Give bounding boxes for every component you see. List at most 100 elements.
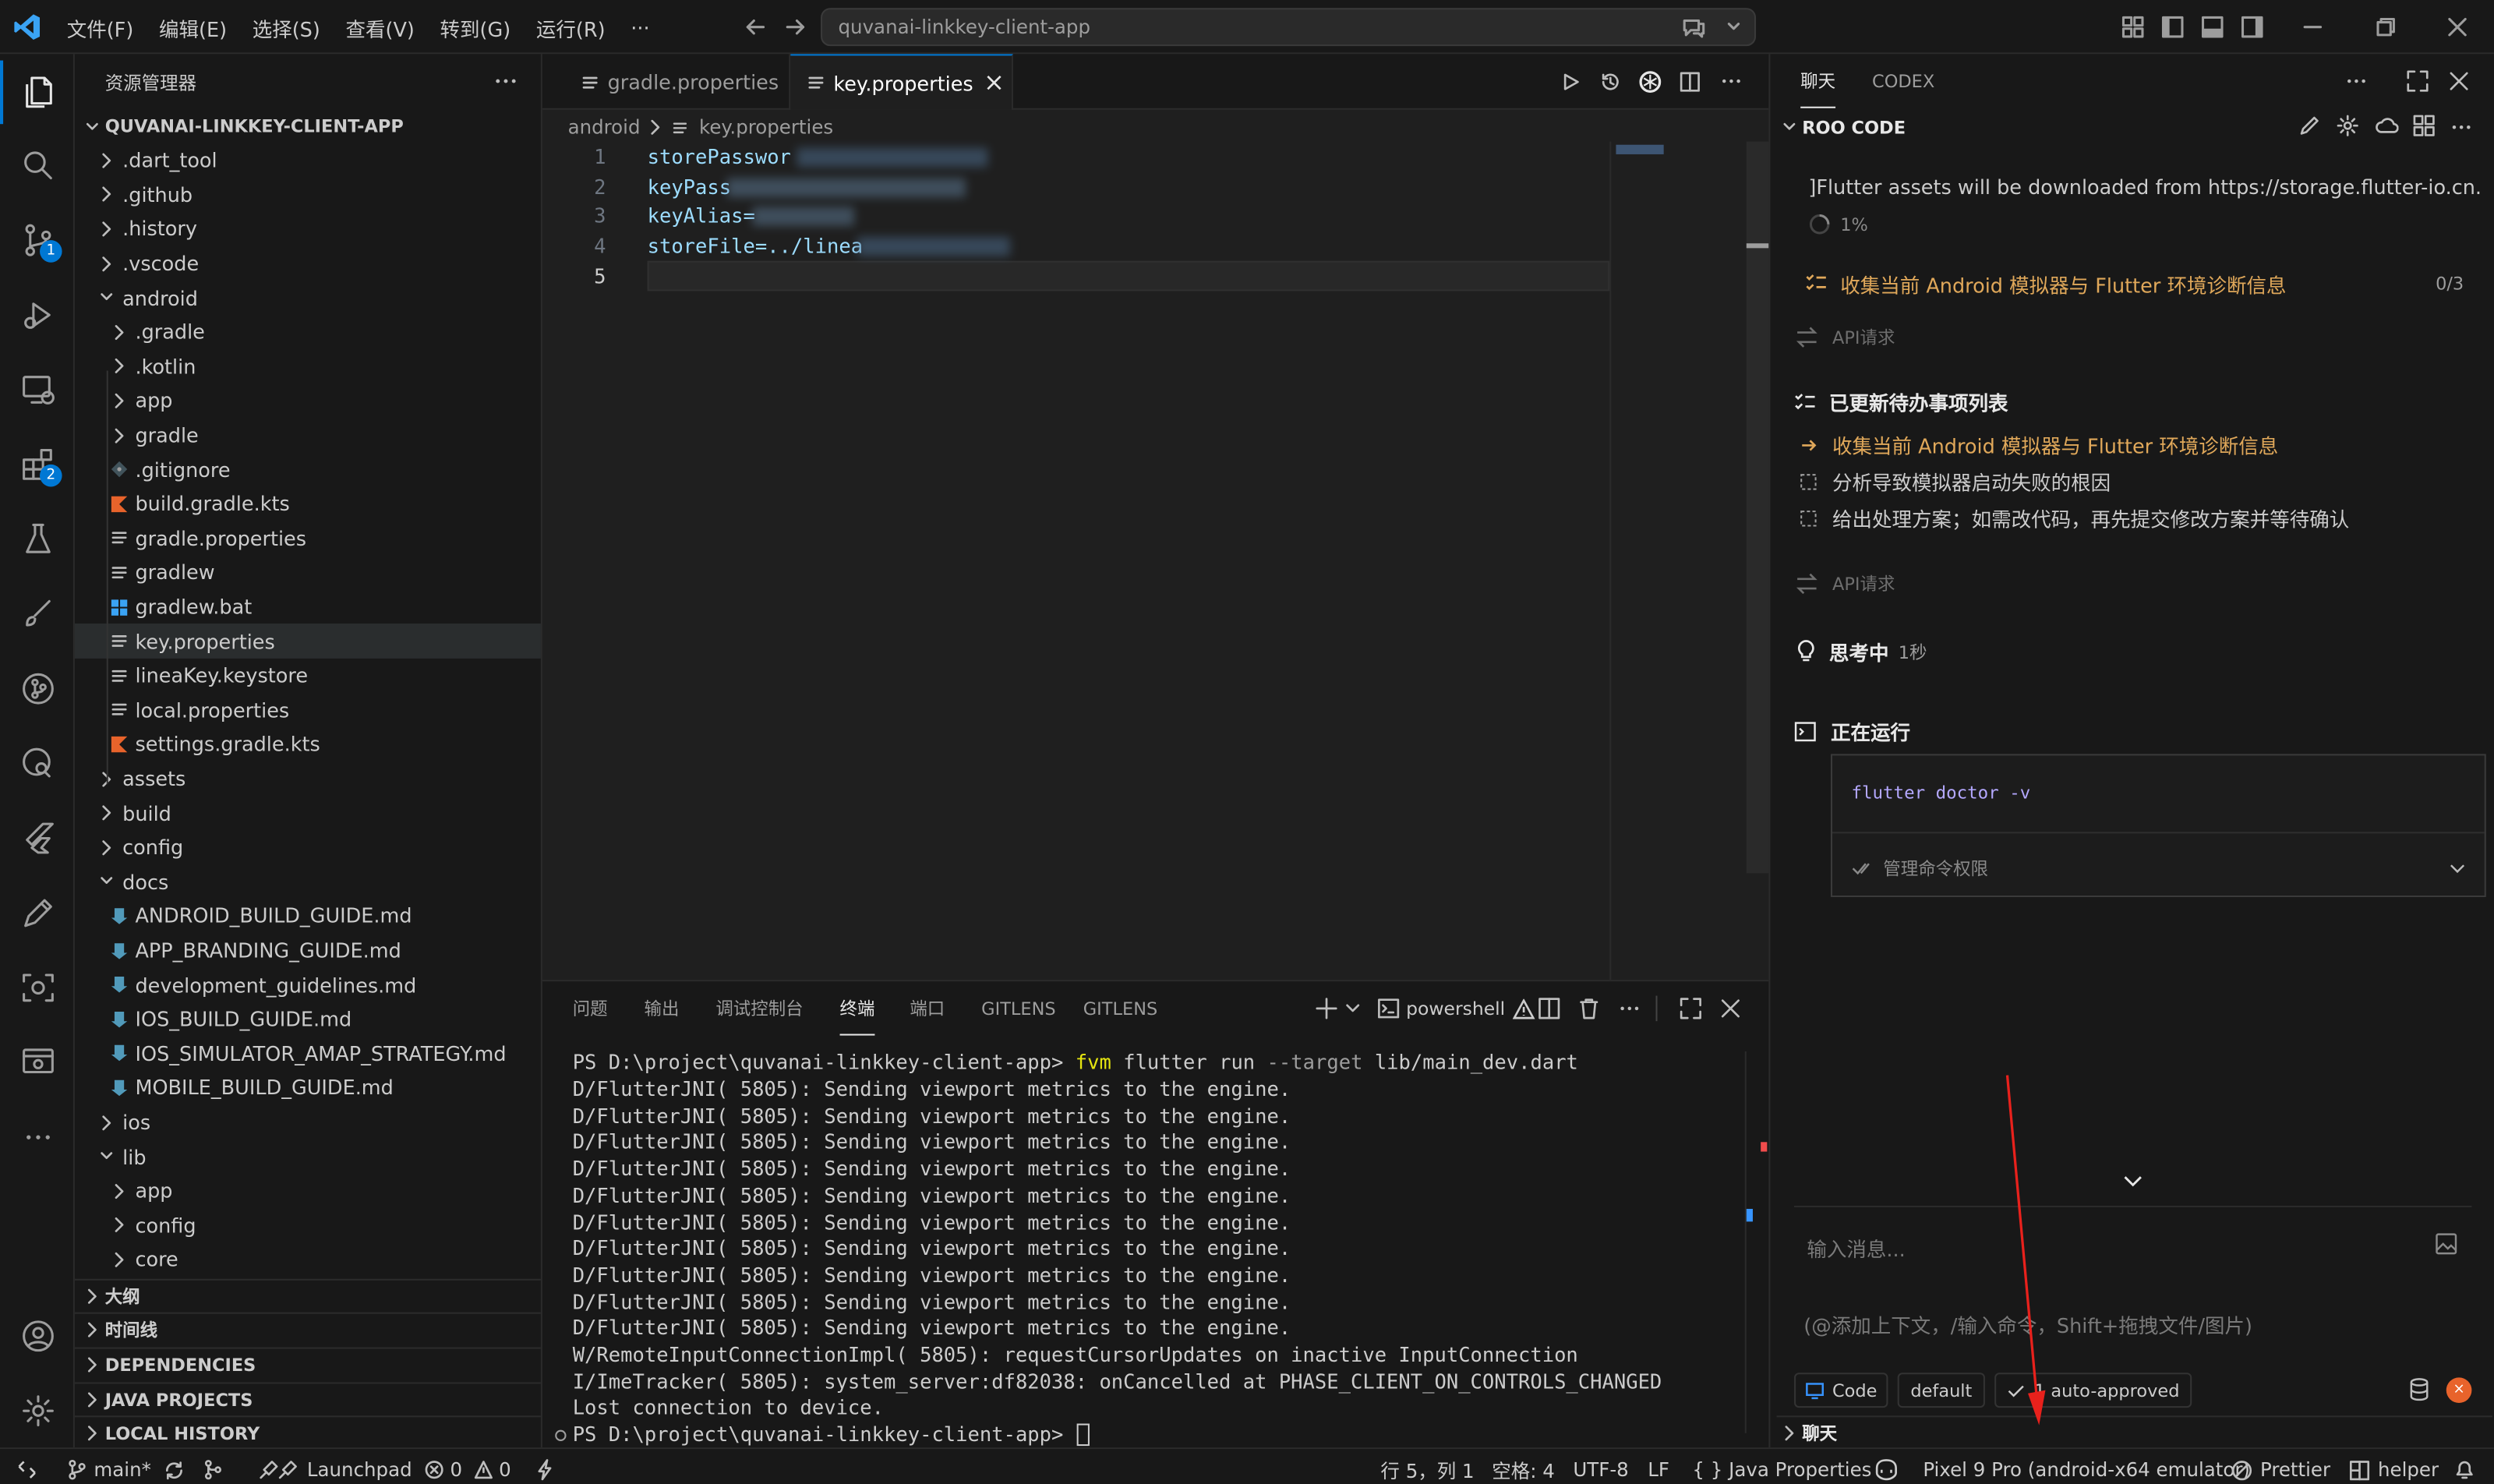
tab-gradle-properties[interactable]: gradle.properties [564,54,791,110]
close-chat-icon[interactable] [2448,70,2471,93]
command-text[interactable]: flutter doctor -v [1851,783,2030,804]
tab-gitlens-2[interactable]: GITLENS [1083,981,1157,1035]
menu-more[interactable]: ··· [631,15,649,39]
tab-key-properties[interactable]: key.properties [790,54,1013,110]
branch-indicator[interactable]: main* [67,1449,185,1484]
tree-folder[interactable]: android [75,281,541,315]
close-panel-icon[interactable] [1719,998,1742,1020]
tab-codex[interactable]: CODEX [1872,54,1934,108]
customize-layout-icon[interactable] [2121,16,2144,38]
run-debug-icon[interactable] [0,283,75,347]
tree-folder[interactable]: .history [75,212,541,246]
remote-explorer-icon[interactable] [0,358,75,422]
tab-gitlens[interactable]: GITLENS [981,981,1055,1035]
pen-edit-icon[interactable] [0,882,75,945]
sidebar-section[interactable]: 大纲 [74,1278,541,1313]
tree-file[interactable]: ANDROID_BUILD_GUIDE.md [75,899,541,933]
sidebar-section[interactable]: JAVA PROJECTS [74,1382,541,1415]
tree-file[interactable]: local.properties [75,693,541,727]
flutter-icon[interactable] [0,807,75,871]
end-of-line[interactable]: LF [1648,1449,1669,1484]
file-encoding[interactable]: UTF-8 [1573,1449,1628,1484]
tab-problems[interactable]: 问题 [573,981,608,1035]
stop-x-icon[interactable]: × [2446,1377,2472,1403]
sidebar-section[interactable]: DEPENDENCIES [74,1347,541,1381]
maximize-panel-icon[interactable] [1680,998,1702,1020]
toggle-secondary-sidebar-icon[interactable] [2241,16,2263,38]
tree-folder[interactable]: ios [75,1105,541,1140]
kill-terminal-trash-icon[interactable] [1577,998,1600,1020]
chat-more-icon[interactable] [2346,75,2367,87]
tree-file[interactable]: MOBILE_BUILD_GUIDE.md [75,1071,541,1105]
api-request-2[interactable]: API请求 [1794,571,1895,597]
remote-indicator-icon[interactable] [16,1449,38,1484]
account-icon[interactable] [0,1304,75,1368]
menu-view[interactable]: 查看(V) [345,12,414,42]
chevron-down-icon[interactable] [1346,1002,1360,1015]
settings-gear-icon[interactable] [0,1379,75,1443]
tree-file[interactable]: gradle.properties [75,521,541,556]
tree-file[interactable]: IOS_BUILD_GUIDE.md [75,1002,541,1037]
tree-folder[interactable]: app [75,1174,541,1208]
tree-folder[interactable]: config [75,1208,541,1242]
explorer-more-icon[interactable] [495,73,518,89]
tree-folder[interactable]: gradle [75,418,541,452]
scroll-down-chevron-icon[interactable] [2123,1174,2142,1188]
database-stack-icon[interactable] [2408,1377,2431,1401]
chat-copilot-icon[interactable] [1681,16,1707,38]
minimize-icon[interactable] [2301,16,2324,38]
tree-folder[interactable]: docs [75,864,541,899]
chat-input-placeholder[interactable]: 输入消息... [1807,1233,1905,1263]
split-editor-icon[interactable] [1680,72,1701,93]
scrollbar-thumb[interactable] [1746,243,1769,249]
tab-debug-console[interactable]: 调试控制台 [715,981,803,1035]
cursor-position[interactable]: 行 5，列 1 [1380,1449,1474,1484]
menu-selection[interactable]: 选择(S) [253,12,320,42]
tree-folder[interactable]: build [75,796,541,830]
gear-icon[interactable] [2337,115,2359,137]
cloud-icon[interactable] [2375,115,2399,137]
source-control-icon[interactable]: 1 [0,208,75,272]
terminal-final-prompt[interactable]: PS D:\project\quvanai-linkkey-client-app… [573,1422,1090,1448]
tree-folder[interactable]: lib [75,1140,541,1174]
tree-folder[interactable]: .github [75,178,541,212]
maximize-chat-icon[interactable] [2407,70,2429,93]
more-views-icon[interactable] [0,1105,75,1169]
tab-terminal[interactable]: 终端 [839,981,875,1036]
code-line[interactable]: keyPass [648,175,732,199]
menu-file[interactable]: 文件(F) [67,12,134,42]
tree-folder[interactable]: config [75,830,541,864]
mode-selector[interactable]: Code [1794,1373,1888,1408]
menu-go[interactable]: 转到(G) [440,12,511,42]
explorer-icon[interactable] [0,61,75,125]
editor-scrollbar[interactable] [1746,141,1769,874]
api-request-1[interactable]: API请求 [1794,324,1895,350]
profile-selector[interactable]: default [1898,1373,1985,1408]
timeline-history-icon[interactable] [1600,72,1621,93]
code-line[interactable]: keyAlias= [648,204,755,228]
menu-run[interactable]: 运行(R) [536,12,606,42]
editor-more-icon[interactable] [1721,75,1742,87]
restore-icon[interactable] [2375,16,2397,38]
close-window-icon[interactable] [2446,16,2469,38]
lightning-icon[interactable] [536,1449,553,1484]
tree-file[interactable]: lineaKey.keystore [75,659,541,693]
tree-file[interactable]: build.gradle.kts [75,486,541,521]
tree-folder[interactable]: assets [75,761,541,796]
panel-more-icon[interactable] [1620,1002,1641,1015]
chat-footer-section[interactable]: 聊天 [1776,1415,2492,1447]
notifications-bell-icon[interactable] [2454,1449,2475,1484]
command-center-search[interactable]: quvanai-linkkey-client-app [821,8,1757,47]
indent-spaces[interactable]: 空格: 4 [1492,1449,1555,1484]
split-terminal-icon[interactable] [1538,998,1560,1020]
search-icon[interactable] [0,133,75,197]
close-tab-icon[interactable] [986,75,1001,90]
manage-permissions-row[interactable]: 管理命令权限 [1851,856,2465,882]
tree-folder[interactable]: app [75,383,541,418]
testing-flask-icon[interactable] [0,507,75,571]
code-line[interactable]: storePasswor [648,145,791,169]
tree-folder[interactable]: .kotlin [75,349,541,383]
tree-folder[interactable]: .dart_tool [75,143,541,178]
tab-ports[interactable]: 端口 [910,981,945,1035]
language-mode[interactable]: { } Java Properties [1692,1449,1871,1484]
